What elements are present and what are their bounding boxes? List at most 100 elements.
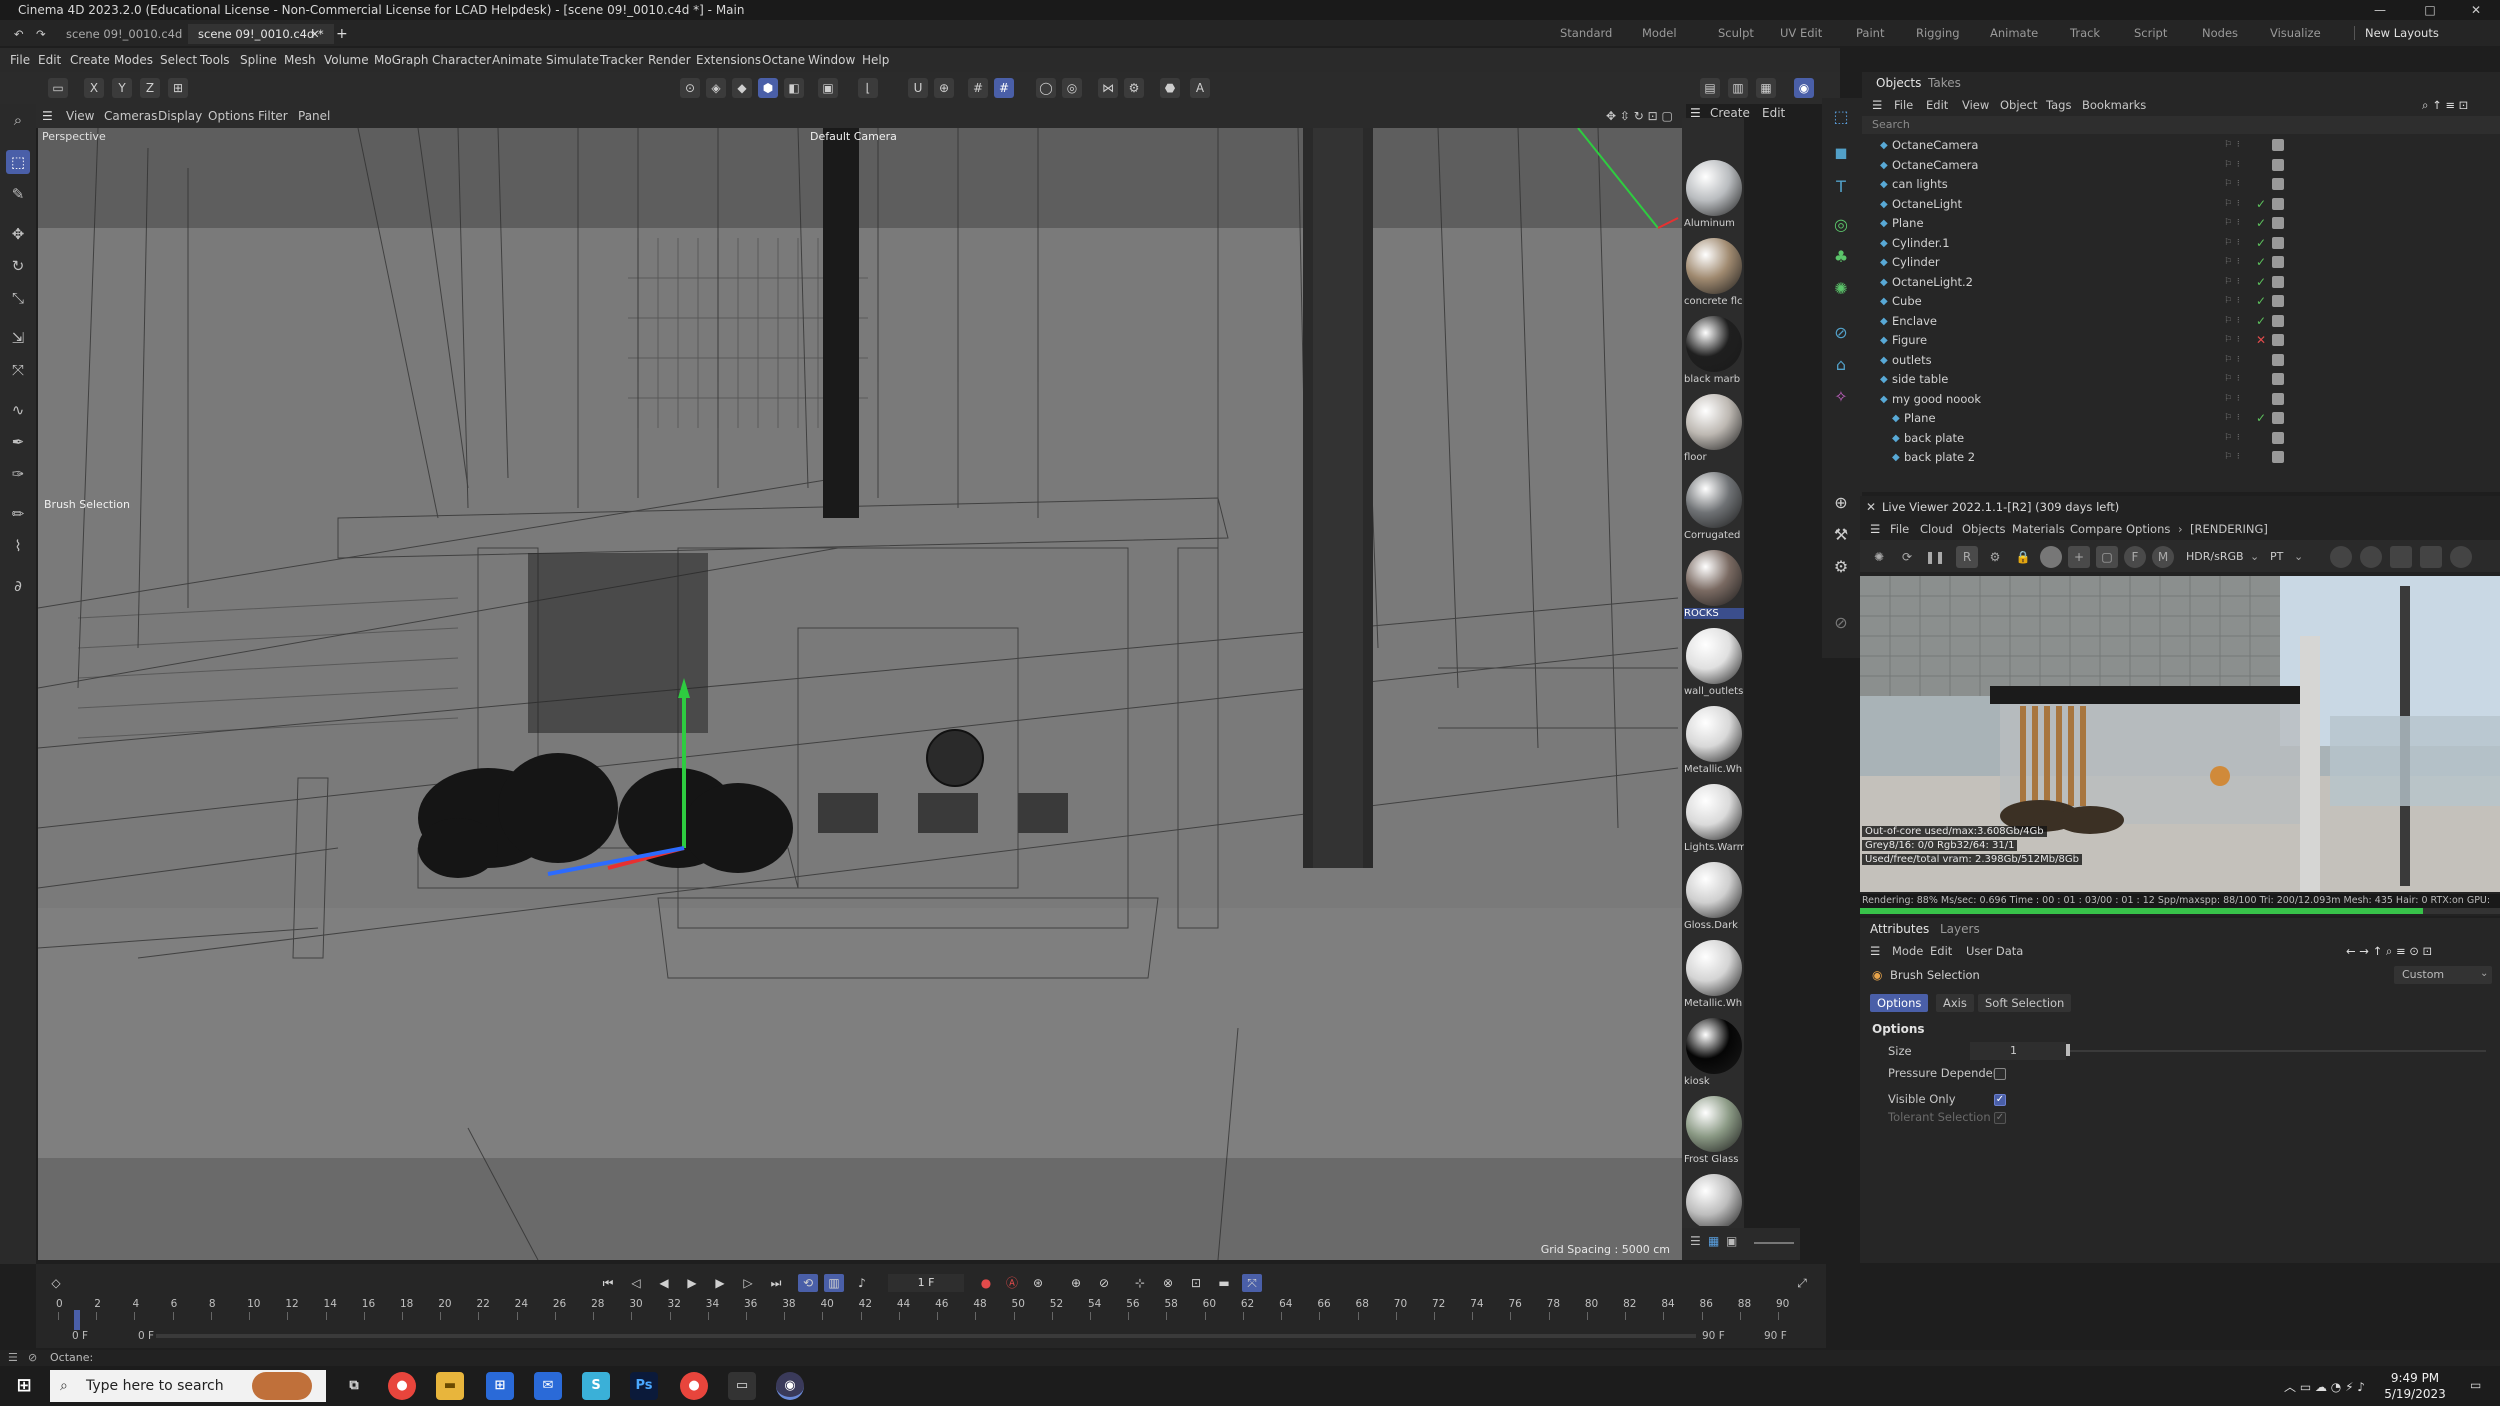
menu-mesh[interactable]: Mesh bbox=[284, 53, 316, 67]
paint-icon[interactable]: ✏ bbox=[6, 502, 30, 526]
object-name[interactable]: can lights bbox=[1892, 175, 1948, 194]
send-scene-icon[interactable]: ✺ bbox=[1868, 546, 1890, 568]
object-name[interactable]: Plane bbox=[1892, 214, 1924, 233]
task-view-icon[interactable]: ⧉ bbox=[340, 1372, 368, 1400]
material-swatch[interactable]: floor bbox=[1682, 392, 1744, 470]
field-icon[interactable]: ⊘ bbox=[1826, 318, 1856, 348]
attr-menu-edit[interactable]: Edit bbox=[1930, 944, 1952, 958]
visibility-dots-icon[interactable]: ⚐ ⁝ bbox=[2224, 351, 2244, 370]
cinema4d-icon[interactable]: ◉ bbox=[776, 1372, 804, 1400]
pla-key-icon[interactable]: ⊡ bbox=[1186, 1274, 1206, 1292]
close-window-button[interactable]: ✕ bbox=[2456, 0, 2496, 20]
texture-mode-icon[interactable]: ▣ bbox=[818, 78, 838, 98]
size-input[interactable]: 1 bbox=[1970, 1042, 2066, 1060]
visibility-dots-icon[interactable]: ⚐ ⁝ bbox=[2224, 234, 2244, 253]
model-mode-icon[interactable]: ▭ bbox=[48, 78, 68, 98]
lv-extra-icon[interactable] bbox=[2330, 546, 2352, 568]
material-swatch[interactable]: Aluminum bbox=[1682, 158, 1744, 236]
material-swatch[interactable]: kiosk bbox=[1682, 1016, 1744, 1094]
material-swatch-selected[interactable]: ROCKS bbox=[1682, 548, 1744, 626]
tag-icon[interactable] bbox=[2272, 431, 2284, 444]
transform-icon[interactable]: ⤧ bbox=[6, 358, 30, 382]
object-name[interactable]: OctaneCamera bbox=[1892, 156, 1978, 175]
list-view-icon[interactable]: ☰ bbox=[1690, 1234, 1701, 1248]
render-settings-icon[interactable]: ▦ bbox=[1756, 78, 1776, 98]
next-key-icon[interactable]: ▷ bbox=[738, 1274, 758, 1292]
restart-render-icon[interactable]: ⟳ bbox=[1896, 546, 1918, 568]
close-live-viewer-icon[interactable]: ✕ bbox=[1866, 500, 1876, 514]
tag-icon[interactable] bbox=[2272, 295, 2284, 307]
x-axis-lock-icon[interactable]: X bbox=[84, 78, 104, 98]
menu-octane[interactable]: Octane bbox=[762, 53, 805, 67]
object-row[interactable]: ◆ Cylinder.1 ⚐ ⁝ ✓ bbox=[1862, 234, 2500, 253]
minimize-button[interactable]: — bbox=[2360, 0, 2400, 20]
keyframe-icon[interactable]: ◇ bbox=[46, 1274, 66, 1292]
menu-extensions[interactable]: Extensions bbox=[696, 53, 761, 67]
menu-edit[interactable]: Edit bbox=[38, 53, 61, 67]
current-frame-field[interactable]: 1 F bbox=[888, 1274, 964, 1292]
z-axis-lock-icon[interactable]: Z bbox=[140, 78, 160, 98]
windows-start-icon[interactable]: ⊞ bbox=[10, 1372, 38, 1400]
uv-mode-icon[interactable]: ◧ bbox=[784, 78, 804, 98]
kernel-chevron-icon[interactable]: ⌄ bbox=[2294, 550, 2303, 563]
menu-modes[interactable]: Modes bbox=[114, 53, 153, 67]
object-row[interactable]: ◆ OctaneLight ⚐ ⁝ ✓ bbox=[1862, 195, 2500, 214]
object-row[interactable]: ◆ OctaneCamera ⚐ ⁝ bbox=[1862, 136, 2500, 155]
param-key-icon[interactable]: ⊗ bbox=[1158, 1274, 1178, 1292]
preset-select[interactable]: Custom bbox=[2394, 966, 2492, 984]
lv-menu-options[interactable]: Options bbox=[2126, 522, 2170, 536]
attr-subtab-soft-selection[interactable]: Soft Selection bbox=[1978, 994, 2072, 1012]
objects-menu-tags[interactable]: Tags bbox=[2046, 98, 2071, 112]
lv-hamburger-icon[interactable]: ☰ bbox=[1870, 522, 1880, 536]
polygons-mode-icon[interactable]: ◆ bbox=[732, 78, 752, 98]
lv-extra-icon[interactable] bbox=[2450, 546, 2472, 568]
layout-tab-track[interactable]: Track bbox=[2070, 26, 2100, 40]
menu-select[interactable]: Select bbox=[160, 53, 197, 67]
kernel-select[interactable]: PT bbox=[2270, 550, 2283, 563]
perspective-viewport[interactable]: Perspective Default Camera Brush Selecti… bbox=[38, 128, 1682, 1260]
tab-takes[interactable]: Takes bbox=[1928, 76, 1961, 90]
cube-icon[interactable]: ◼ bbox=[1826, 138, 1856, 168]
object-row[interactable]: ◆ my good noook ⚐ ⁝ bbox=[1862, 390, 2500, 409]
prev-frame-icon[interactable]: ◀ bbox=[654, 1274, 674, 1292]
object-row[interactable]: ◆ Enclave ⚐ ⁝ ✓ bbox=[1862, 312, 2500, 331]
object-name[interactable]: Cylinder.1 bbox=[1892, 234, 1950, 253]
light-icon[interactable]: ✧ bbox=[1826, 382, 1856, 412]
file-explorer-icon[interactable]: ▬ bbox=[436, 1372, 464, 1400]
enable-check-icon[interactable]: ✓ bbox=[2256, 253, 2266, 272]
preset-chevron-icon[interactable]: ⌄ bbox=[2480, 968, 2488, 979]
object-row[interactable]: ◆ side table ⚐ ⁝ bbox=[1862, 370, 2500, 389]
menu-help[interactable]: Help bbox=[862, 53, 889, 67]
colorspace-chevron-icon[interactable]: ⌄ bbox=[2250, 550, 2259, 563]
y-axis-lock-icon[interactable]: Y bbox=[112, 78, 132, 98]
menu-create[interactable]: Create bbox=[70, 53, 110, 67]
layout-tab-standard[interactable]: Standard bbox=[1560, 26, 1612, 40]
object-row[interactable]: ◆ can lights ⚐ ⁝ bbox=[1862, 175, 2500, 194]
menu-tracker[interactable]: Tracker bbox=[600, 53, 643, 67]
tag-icon[interactable] bbox=[2272, 392, 2284, 405]
tag-icon[interactable] bbox=[2272, 412, 2284, 424]
tag-icon[interactable] bbox=[2272, 314, 2284, 327]
render-picture-viewer-icon[interactable]: ▥ bbox=[1728, 78, 1748, 98]
visibility-dots-icon[interactable]: ⚐ ⁝ bbox=[2224, 331, 2244, 350]
lv-extra-icon[interactable] bbox=[2390, 546, 2412, 568]
object-name[interactable]: Enclave bbox=[1892, 312, 1937, 331]
visible-only-checkbox[interactable]: ✓ bbox=[1994, 1094, 2006, 1106]
object-name[interactable]: back plate bbox=[1904, 429, 1964, 448]
size-slider[interactable] bbox=[2066, 1050, 2486, 1052]
layout-tab-rigging[interactable]: Rigging bbox=[1916, 26, 1960, 40]
enable-check-icon[interactable]: ✓ bbox=[2256, 292, 2266, 311]
object-row[interactable]: ◆ OctaneCamera ⚐ ⁝ bbox=[1862, 156, 2500, 175]
object-row[interactable]: ◆ back plate 2 ⚐ ⁝ bbox=[1862, 448, 2500, 467]
material-swatch[interactable]: black marb bbox=[1682, 314, 1744, 392]
viewport-solo-icon[interactable]: A bbox=[1190, 78, 1210, 98]
tag-icon[interactable] bbox=[2272, 256, 2284, 268]
objects-hamburger-icon[interactable]: ☰ bbox=[1872, 98, 1882, 112]
sketch-icon[interactable]: ∿ bbox=[6, 398, 30, 422]
deformer-icon[interactable]: ✺ bbox=[1826, 274, 1856, 304]
objects-menu-file[interactable]: File bbox=[1894, 98, 1913, 112]
tag-icon[interactable] bbox=[2272, 197, 2284, 210]
size-slider-handle[interactable] bbox=[2066, 1044, 2070, 1056]
menu-animate[interactable]: Animate bbox=[492, 53, 542, 67]
object-row[interactable]: ◆ back plate ⚐ ⁝ bbox=[1862, 429, 2500, 448]
